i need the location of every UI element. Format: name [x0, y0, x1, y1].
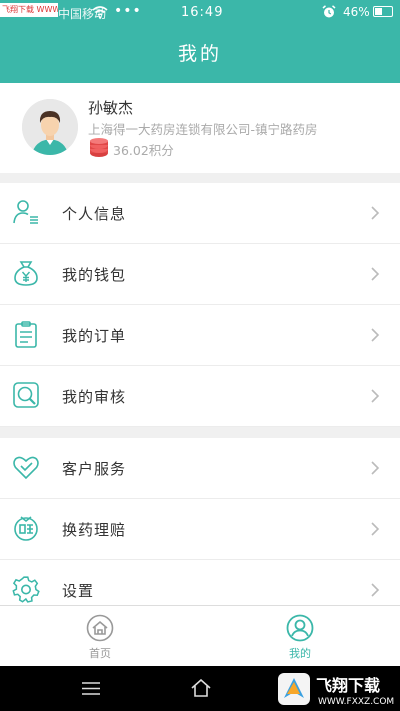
- tab-home[interactable]: 首页: [0, 606, 200, 667]
- user-points: 36.02积分: [113, 143, 174, 158]
- menu-group-service: 客户服务 换药理赔 设置: [0, 438, 400, 605]
- tab-label: 我的: [289, 647, 311, 660]
- tab-mine[interactable]: 我的: [200, 606, 400, 667]
- menu-item-review[interactable]: 我的审核: [0, 366, 400, 427]
- review-search-icon: [13, 382, 39, 408]
- home-button-icon[interactable]: [191, 679, 211, 697]
- menu-item-personal-info[interactable]: 个人信息: [0, 183, 400, 244]
- menu-item-orders[interactable]: 我的订单: [0, 305, 400, 366]
- avatar-person-icon: [22, 99, 78, 155]
- watermark-url: WWW.FXXZ.COM: [318, 697, 394, 707]
- menu-item-label: 客户服务: [62, 460, 127, 478]
- menu-item-wallet[interactable]: 我的钱包: [0, 244, 400, 305]
- bottom-tab-bar: 首页 我的: [0, 605, 400, 666]
- menu-item-label: 换药理赔: [62, 521, 127, 539]
- battery-fill: [375, 8, 382, 15]
- user-company: 上海得一大药房连锁有限公司-镇宁路药房: [88, 122, 318, 137]
- person-icon: [13, 200, 38, 224]
- profile-card[interactable]: 孙敏杰 上海得一大药房连锁有限公司-镇宁路药房 36.02积分: [0, 83, 400, 173]
- claim-icon: [14, 516, 38, 541]
- menu-item-settings[interactable]: 设置: [0, 560, 400, 605]
- battery-percent: 46%: [343, 5, 370, 19]
- battery-icon: [373, 6, 393, 17]
- chevron-right-icon: [371, 267, 380, 281]
- avatar[interactable]: [22, 99, 78, 155]
- more-dots: •••: [114, 3, 142, 19]
- menu-item-label: 个人信息: [62, 205, 127, 223]
- menu-item-label: 设置: [62, 582, 95, 600]
- system-nav-bar: 飞翔下载 WWW.FXXZ.COM: [0, 666, 400, 711]
- chevron-right-icon: [371, 389, 380, 403]
- menu-icon[interactable]: [82, 682, 100, 695]
- clock: 16:49: [181, 5, 224, 20]
- alarm-icon: [322, 5, 336, 18]
- chevron-right-icon: [371, 328, 380, 342]
- wifi-icon: [92, 6, 108, 19]
- menu-item-label: 我的审核: [62, 388, 127, 406]
- gear-icon: [12, 576, 40, 603]
- wallet-icon: [14, 261, 38, 286]
- tab-label: 首页: [89, 647, 111, 660]
- user-name: 孙敏杰: [88, 99, 134, 117]
- home-icon: [86, 614, 114, 642]
- clipboard-icon: [15, 321, 37, 348]
- user-icon: [286, 614, 314, 642]
- menu-item-claims[interactable]: 换药理赔: [0, 499, 400, 560]
- menu-group-account: 个人信息 我的钱包 我的订单 我的审核: [0, 183, 400, 427]
- chevron-right-icon: [371, 583, 380, 597]
- watermark-title: 飞翔下载: [316, 676, 380, 695]
- coin-stack-icon: [90, 138, 108, 157]
- watermark-logo: 飞翔下载 WWW.FXXZ.COM: [278, 673, 394, 707]
- chevron-right-icon: [371, 522, 380, 536]
- page-title: 我的: [0, 26, 400, 83]
- heart-icon: [13, 456, 39, 480]
- chevron-right-icon: [371, 206, 380, 220]
- menu-item-label: 我的钱包: [62, 266, 127, 284]
- menu-item-label: 我的订单: [62, 327, 127, 345]
- menu-item-customer-service[interactable]: 客户服务: [0, 438, 400, 499]
- chevron-right-icon: [371, 461, 380, 475]
- status-bar: 飞翔下载 WWW.FXXZ.COM 中国移动 ••• 16:49 46%: [0, 0, 400, 26]
- watermark-badge: 飞翔下载 WWW.FXXZ.COM: [0, 3, 58, 17]
